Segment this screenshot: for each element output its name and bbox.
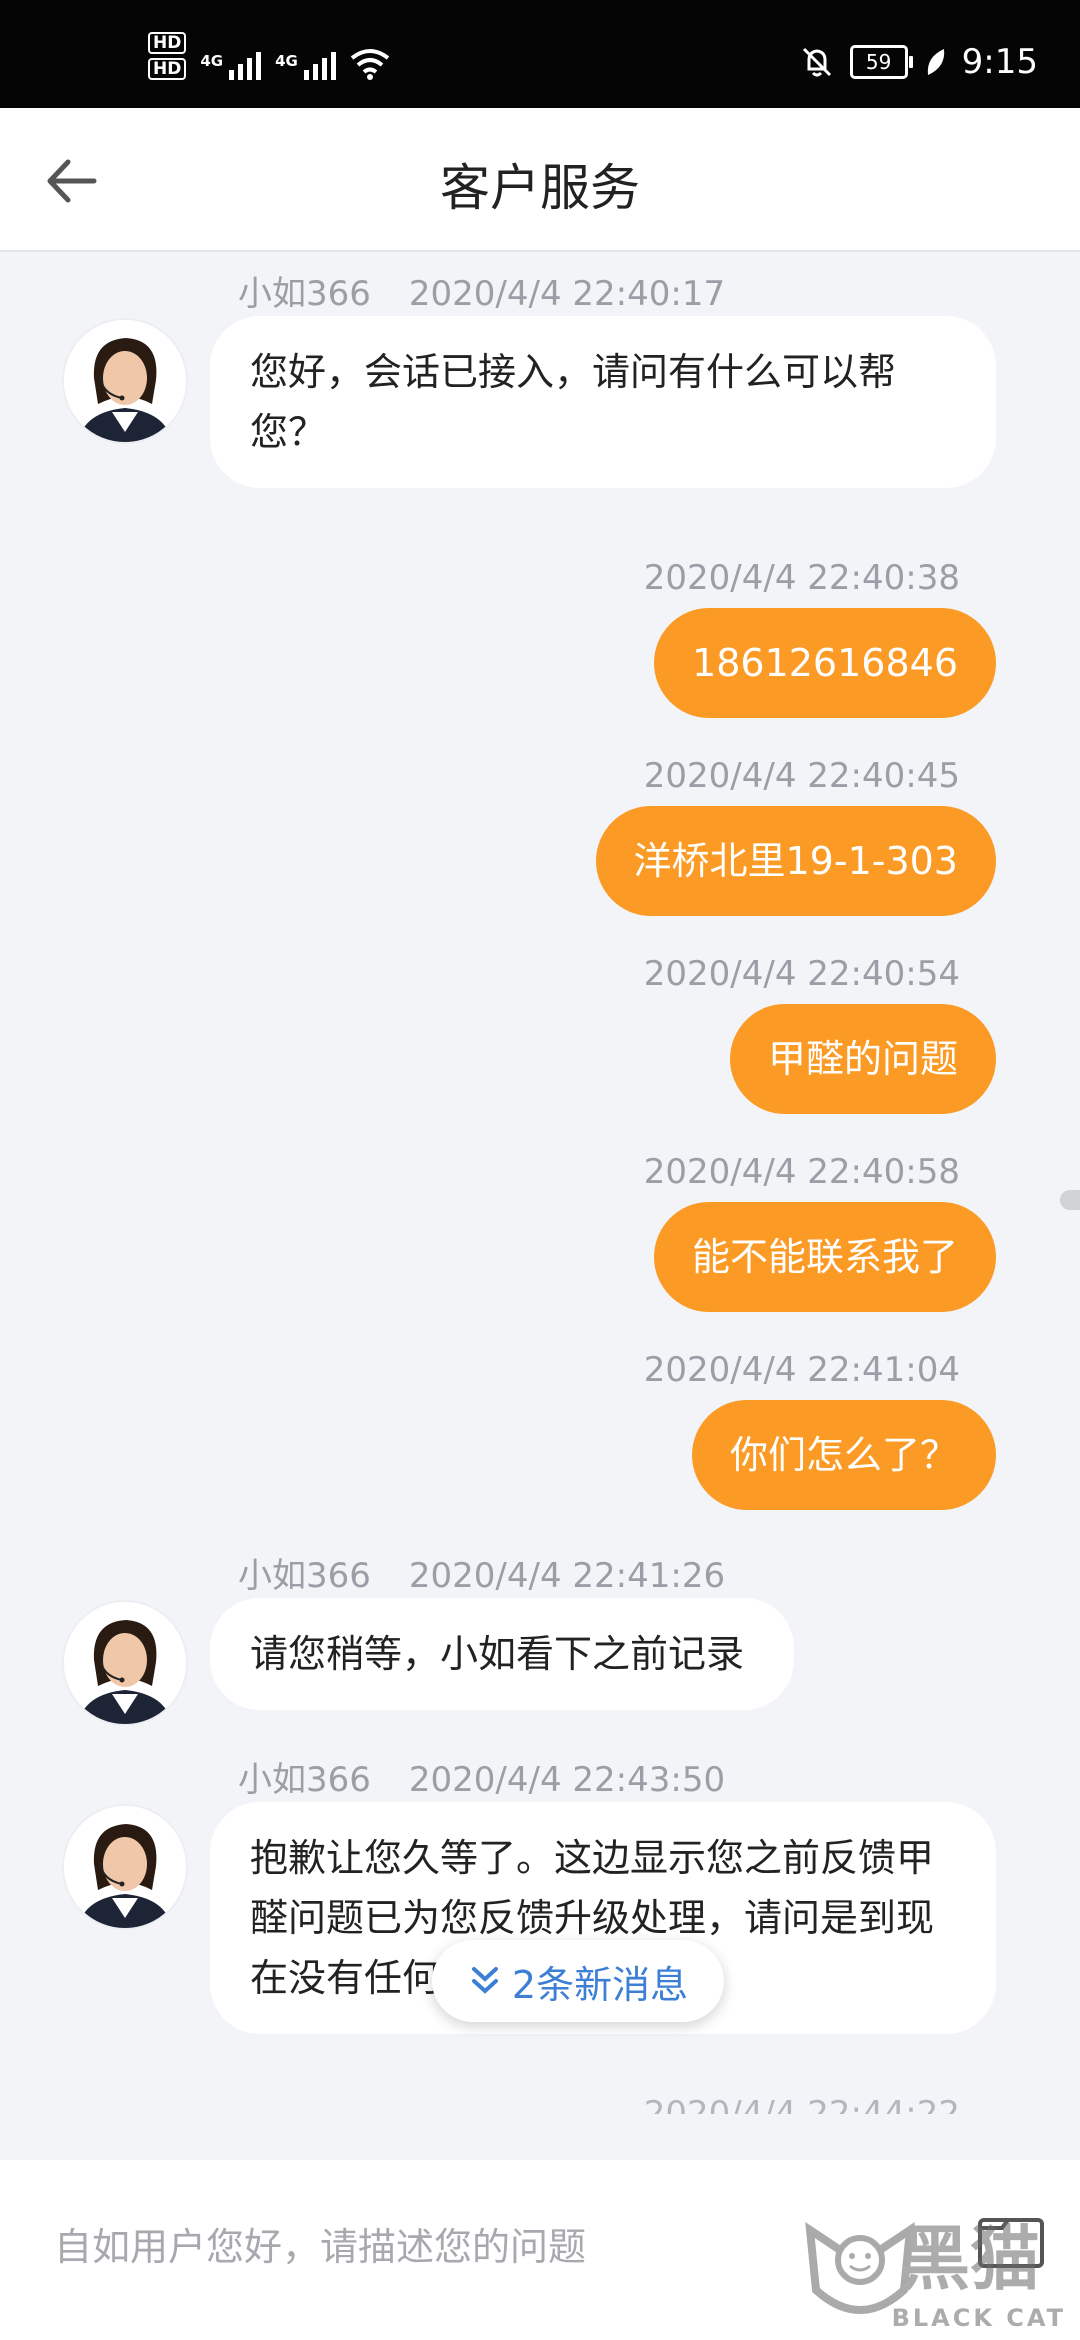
hd-indicator: HD HD xyxy=(148,32,187,80)
message-text: 您好，会话已接入，请问有什么可以帮您？ xyxy=(250,350,897,454)
sender-name: 小如366 xyxy=(238,1556,371,1596)
agent-message-bubble: 您好，会话已接入，请问有什么可以帮您？ xyxy=(210,316,996,488)
message-meta: 小如366 2020/4/4 22:41:26 xyxy=(238,1548,725,1597)
message-time: 2020/4/4 22:40:38 xyxy=(643,558,960,598)
mute-bell-icon xyxy=(802,47,831,77)
message-text: 你们怎么了？ xyxy=(729,1433,958,1477)
user-message-bubble: 能不能联系我了 xyxy=(653,1202,996,1312)
message-text: 能不能联系我了 xyxy=(691,1235,958,1279)
app-header: 客户服务 xyxy=(0,108,1080,252)
battery-level: 59 xyxy=(865,50,892,74)
message-meta: 小如366 2020/4/4 22:43:50 xyxy=(238,1752,725,1801)
signal1-label: 4G xyxy=(200,52,224,70)
agent-avatar[interactable] xyxy=(62,1804,188,1930)
new-messages-button[interactable]: 2条新消息 xyxy=(432,1940,724,2022)
watermark-subtext: BLACK CAT xyxy=(891,2304,1066,2332)
page-title: 客户服务 xyxy=(440,159,640,217)
signal-icon-1: 4G xyxy=(200,52,262,80)
input-bar: 黑猫 BLACK CAT xyxy=(0,2160,1080,2340)
avatar-image xyxy=(64,320,186,442)
message-input[interactable] xyxy=(52,2224,836,2270)
avatar-image xyxy=(64,1602,186,1724)
message-time: 2020/4/4 22:40:45 xyxy=(643,756,960,796)
status-bar: HD HD 4G 4G 59 9:15 xyxy=(0,0,1080,108)
user-message-bubble: 你们怎么了？ xyxy=(691,1400,996,1510)
message-time: 2020/4/4 22:40:58 xyxy=(643,1152,960,1192)
hd1-icon: HD xyxy=(148,32,187,54)
battery-icon: 59 xyxy=(849,45,913,79)
user-message-bubble: 18612616846 xyxy=(654,608,996,718)
message-text: 洋桥北里19-1-303 xyxy=(633,839,959,883)
leaf-icon xyxy=(927,49,944,75)
avatar-image xyxy=(64,1806,186,1928)
signal2-label: 4G xyxy=(275,52,298,70)
user-message-bubble: 洋桥北里19-1-303 xyxy=(595,806,996,916)
message-text: 18612616846 xyxy=(692,641,958,685)
message-time: 2020/4/4 22:40:17 xyxy=(408,274,726,314)
sender-name: 小如366 xyxy=(238,274,371,314)
hd2-icon: HD xyxy=(148,58,187,80)
message-text: 请您稍等，小如看下之前记录 xyxy=(250,1632,745,1676)
watermark: 黑猫 BLACK CAT xyxy=(800,2200,1080,2340)
agent-avatar[interactable] xyxy=(62,318,188,444)
message-time: 2020/4/4 22:41:26 xyxy=(408,1556,726,1596)
wifi-icon xyxy=(350,49,390,80)
message-meta: 小如366 2020/4/4 22:40:17 xyxy=(238,266,725,315)
double-chevron-down-icon xyxy=(471,1967,498,1994)
new-messages-label: 2条新消息 xyxy=(511,1962,689,2007)
scroll-indicator[interactable] xyxy=(1060,1190,1080,1210)
message-time: 2020/4/4 22:40:54 xyxy=(643,954,960,994)
user-message-bubble: 甲醛的问题 xyxy=(729,1004,996,1114)
chat-area[interactable]: 小如366 2020/4/4 22:40:17 您好，会话已接入，请问有什么可以帮… xyxy=(0,252,1080,2160)
message-time-partial: 2020/4/4 22:44:22 xyxy=(643,2094,960,2114)
agent-message-bubble: 请您稍等，小如看下之前记录 xyxy=(210,1598,794,1710)
agent-avatar[interactable] xyxy=(62,1600,188,1726)
clock: 9:15 xyxy=(961,42,1038,82)
message-time: 2020/4/4 22:43:50 xyxy=(408,1760,726,1800)
message-text: 甲醛的问题 xyxy=(767,1037,958,1081)
sender-name: 小如366 xyxy=(238,1760,371,1800)
message-time: 2020/4/4 22:41:04 xyxy=(643,1350,960,1390)
signal-icon-2: 4G xyxy=(275,52,336,80)
watermark-text: 黑猫 xyxy=(900,2218,1040,2300)
